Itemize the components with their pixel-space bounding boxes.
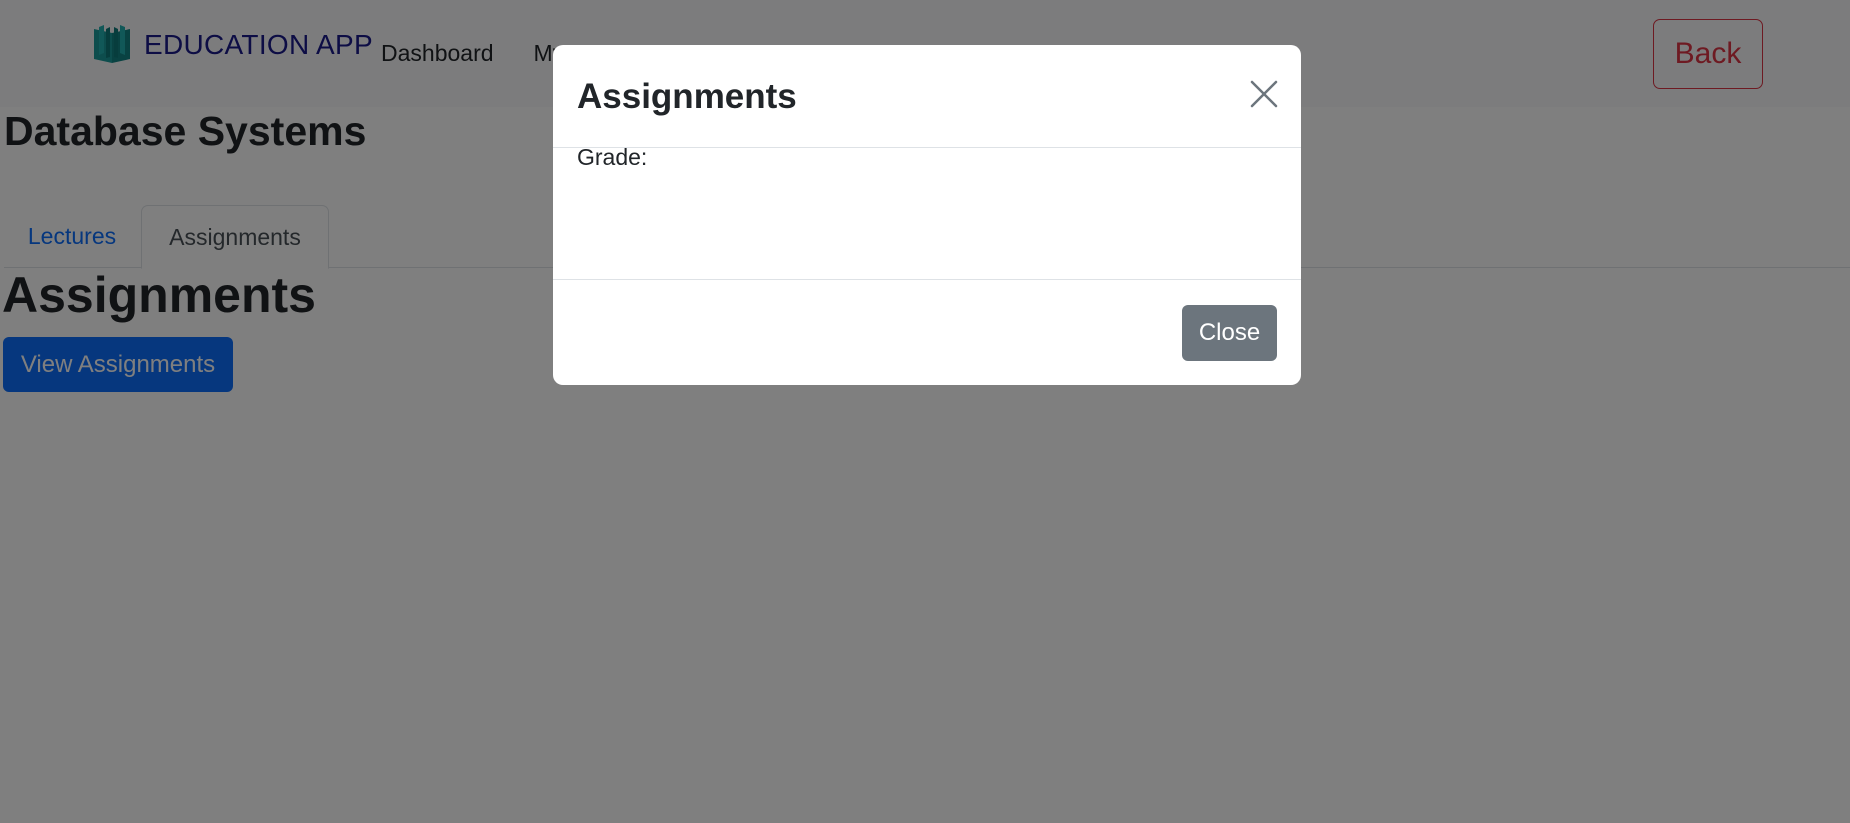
modal-body bbox=[553, 148, 1301, 280]
modal-footer: Close bbox=[553, 280, 1301, 385]
modal-title: Assignments bbox=[577, 77, 797, 116]
close-button[interactable]: Close bbox=[1182, 305, 1277, 361]
assignments-modal: Assignments Grade: Close bbox=[553, 45, 1301, 385]
modal-header: Assignments bbox=[553, 45, 1301, 148]
close-icon[interactable] bbox=[1249, 79, 1279, 109]
grade-label: Grade: bbox=[577, 144, 648, 170]
